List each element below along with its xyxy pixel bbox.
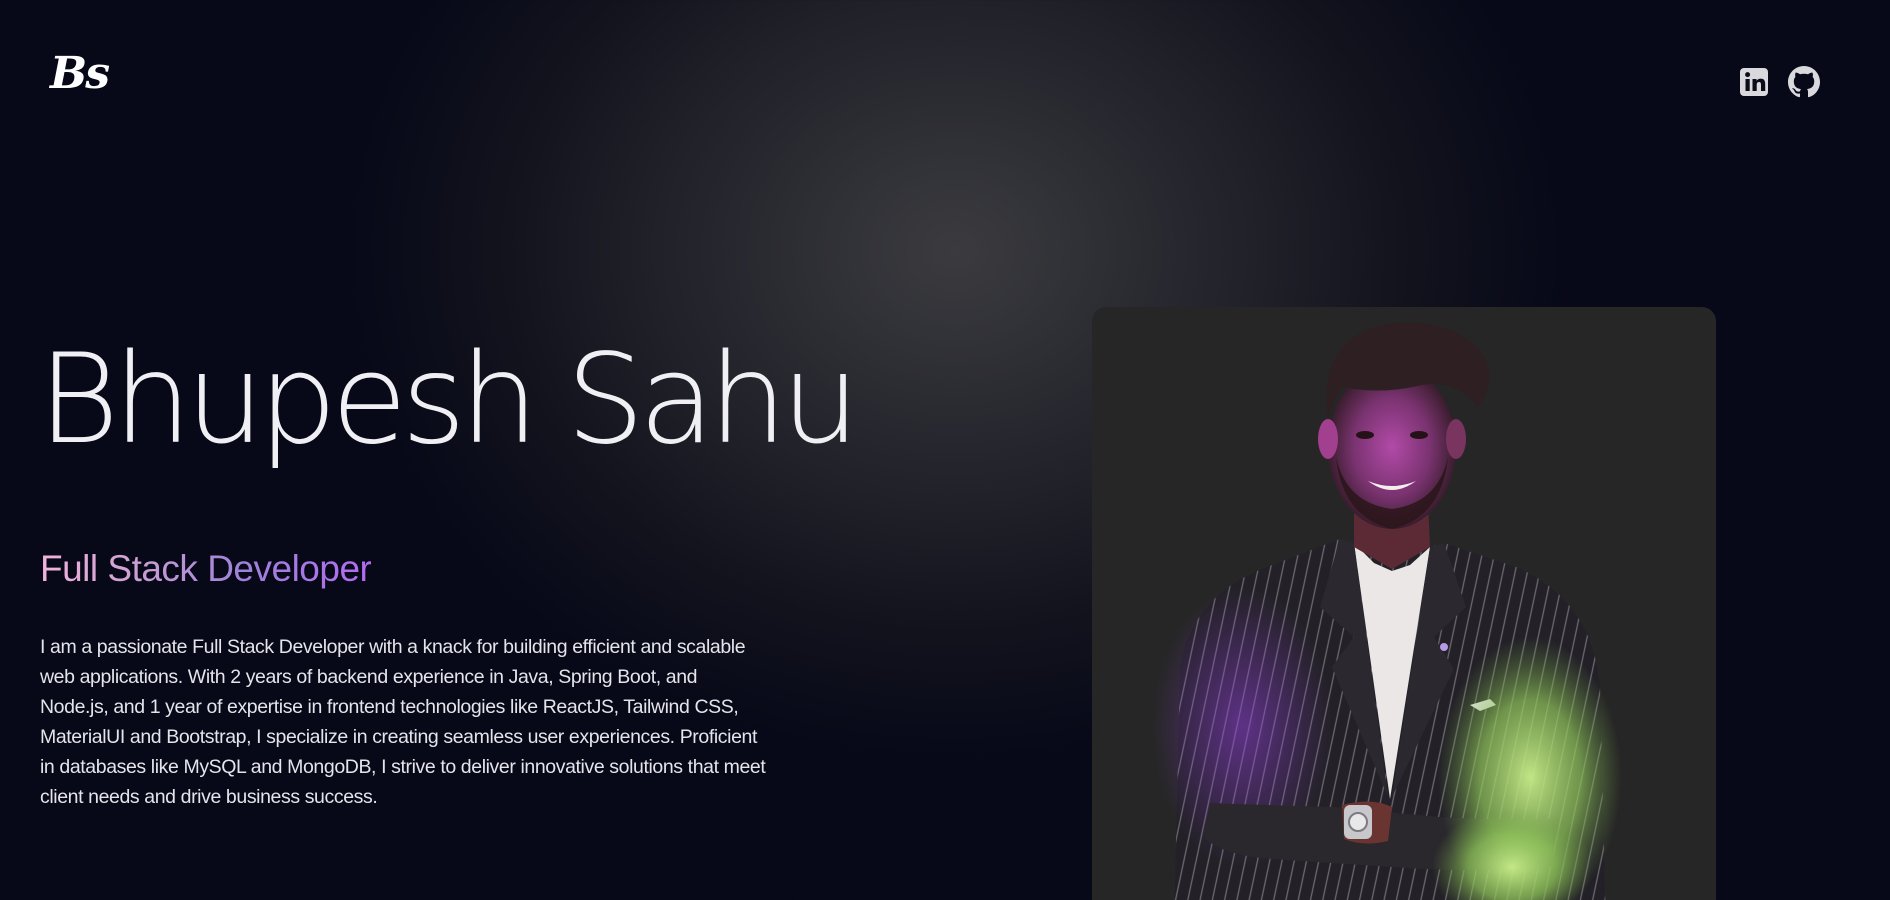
github-icon [1788,66,1820,98]
github-link[interactable] [1788,66,1820,98]
portrait-card [1092,307,1716,900]
portrait-image [1152,322,1622,900]
site-logo[interactable]: Bs [50,52,110,96]
hero-role: Full Stack Developer [40,548,372,589]
hero-bio: I am a passionate Full Stack Developer w… [40,636,766,808]
linkedin-icon [1740,68,1768,96]
linkedin-link[interactable] [1738,66,1770,98]
social-links [1738,66,1820,98]
portfolio-page: Bs Bhupesh Sahu Full Stack Developer I a… [0,0,1890,900]
hero-name: Bhupesh Sahu [38,328,860,472]
